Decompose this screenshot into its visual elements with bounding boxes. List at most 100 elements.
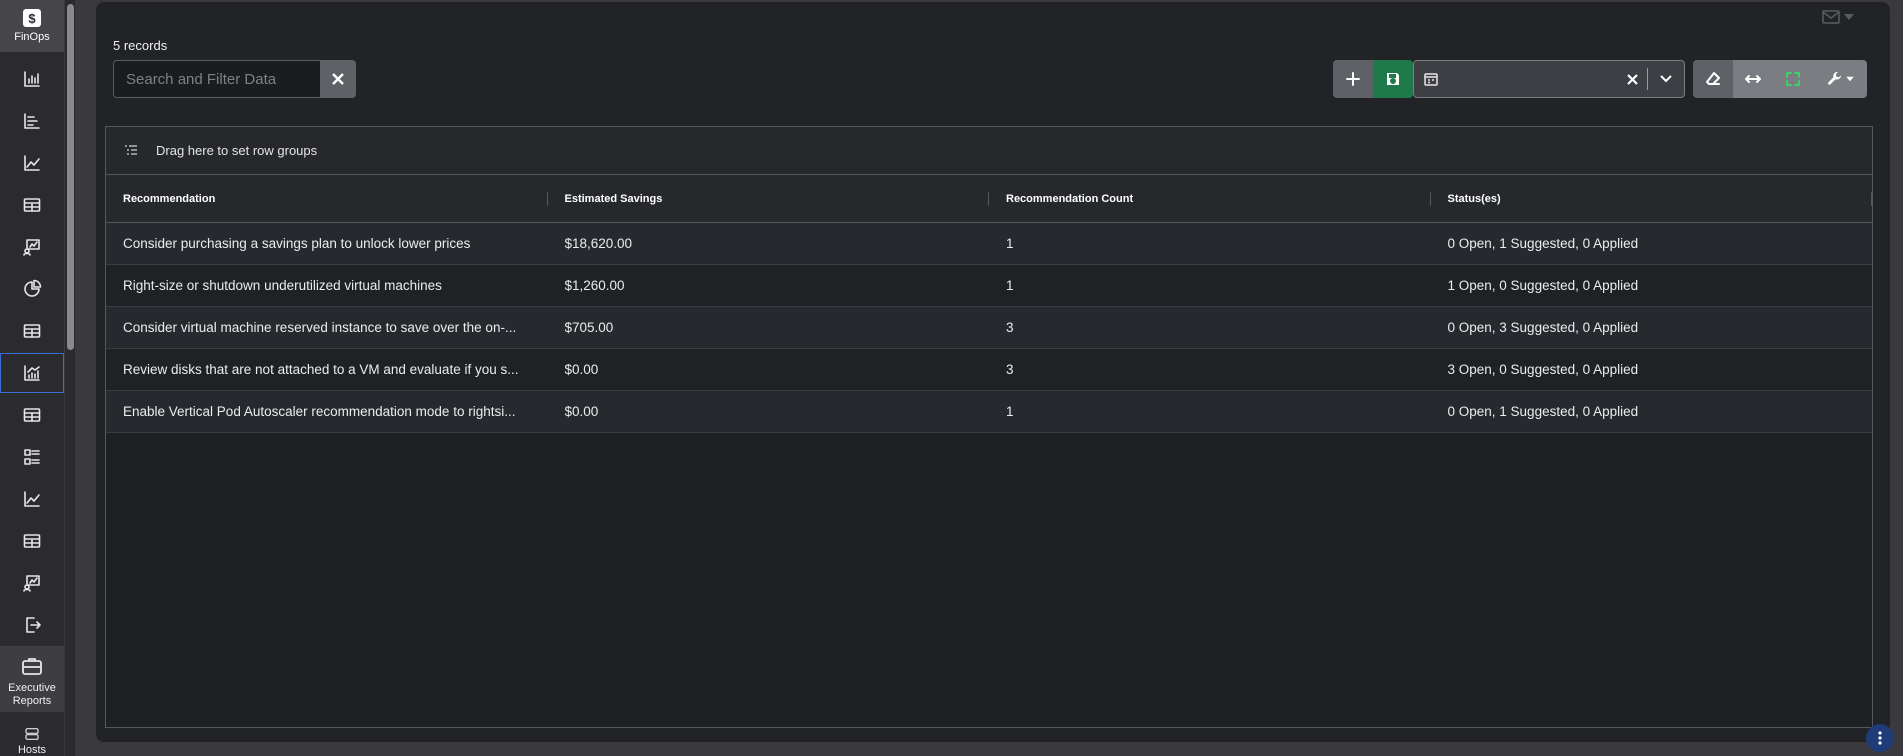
toolbar-left: [1333, 60, 1413, 98]
toolbar-right: [1693, 60, 1867, 98]
bar-chart-icon: [24, 71, 40, 87]
line-chart-icon: [24, 491, 40, 507]
column-header-estimated-savings[interactable]: Estimated Savings: [548, 175, 989, 223]
sidebar-item-horizontal-bar-chart[interactable]: [0, 101, 64, 141]
fullscreen-button[interactable]: [1773, 60, 1813, 98]
row-group-icon: [125, 144, 137, 155]
table-row[interactable]: Consider purchasing a savings plan to un…: [106, 223, 1872, 265]
sidebar-item-executive-reports[interactable]: Executive Reports: [0, 646, 64, 712]
cell-estimated-savings: $0.00: [564, 362, 599, 377]
sidebar-item-table-4[interactable]: [0, 521, 64, 561]
presentation-chart-icon: [23, 239, 40, 256]
column-header-recommendation[interactable]: Recommendation: [106, 175, 548, 223]
column-header-recommendation-count[interactable]: Recommendation Count: [989, 175, 1431, 223]
sidebar-brand-finops[interactable]: $ FinOps: [0, 0, 64, 52]
cell-recommendation-count: 3: [1006, 320, 1014, 335]
cell-statuses: 1 Open, 0 Suggested, 0 Applied: [1447, 278, 1639, 293]
sidebar-item-combo-chart[interactable]: [0, 353, 64, 393]
column-header-statuses[interactable]: Status(es): [1431, 175, 1872, 223]
sidebar-scrollbar-thumb[interactable]: [67, 4, 74, 350]
horizontal-bar-chart-icon: [24, 113, 40, 129]
wrench-icon: [1828, 71, 1841, 85]
table-icon: [23, 408, 41, 422]
cell-recommendation-count: 1: [1006, 236, 1014, 251]
expand-icon: [1786, 72, 1800, 86]
cell-estimated-savings: $1,260.00: [564, 278, 625, 293]
grid-header: Recommendation Estimated Savings Recomme…: [106, 175, 1872, 223]
table-icon: [23, 324, 41, 338]
search-input[interactable]: [113, 60, 320, 98]
calendar-icon: [1424, 73, 1438, 86]
add-button[interactable]: [1333, 60, 1373, 98]
row-group-hint: Drag here to set row groups: [156, 143, 318, 158]
table-icon: [23, 198, 41, 212]
sidebar-item-list[interactable]: [0, 437, 64, 477]
cell-recommendation: Right-size or shutdown underutilized vir…: [123, 278, 442, 293]
view-select-clear-button[interactable]: [1617, 73, 1647, 85]
cell-statuses: 3 Open, 0 Suggested, 0 Applied: [1447, 362, 1639, 377]
combo-chart-icon: [24, 365, 40, 381]
kebab-menu-icon: [1878, 731, 1882, 745]
notifications-menu[interactable]: [1822, 10, 1854, 24]
list-icon: [24, 449, 40, 465]
cell-statuses: 0 Open, 1 Suggested, 0 Applied: [1447, 404, 1639, 419]
server-icon: [25, 728, 39, 740]
sidebar: $ FinOps Executive Reports Hosts: [0, 0, 64, 756]
cell-recommendation: Consider virtual machine reserved instan…: [123, 320, 517, 335]
table-icon: [23, 534, 41, 548]
briefcase-icon: [22, 658, 42, 675]
mail-icon: [1822, 10, 1840, 24]
line-chart-icon: [24, 155, 40, 171]
records-count: 5 records: [113, 38, 168, 53]
presentation-chart-icon: [23, 575, 40, 592]
sidebar-item-table-3[interactable]: [0, 395, 64, 435]
cell-estimated-savings: $0.00: [564, 404, 599, 419]
sidebar-item-line-chart[interactable]: [0, 143, 64, 183]
table-row[interactable]: Enable Vertical Pod Autoscaler recommend…: [106, 391, 1872, 433]
sidebar-scrollbar[interactable]: [65, 0, 75, 756]
settings-menu-button[interactable]: [1813, 60, 1867, 98]
sidebar-item-bar-chart[interactable]: [0, 59, 64, 99]
view-select-dropdown-button[interactable]: [1648, 75, 1684, 83]
sidebar-item-presentation-2[interactable]: [0, 563, 64, 603]
fit-columns-button[interactable]: [1733, 60, 1773, 98]
close-icon: [1626, 73, 1638, 85]
cell-recommendation-count: 3: [1006, 362, 1014, 377]
cell-recommendation: Enable Vertical Pod Autoscaler recommend…: [123, 404, 516, 419]
table-row[interactable]: Right-size or shutdown underutilized vir…: [106, 265, 1872, 307]
cell-recommendation-count: 1: [1006, 278, 1014, 293]
cell-statuses: 0 Open, 3 Suggested, 0 Applied: [1447, 320, 1639, 335]
cell-recommendation-count: 1: [1006, 404, 1014, 419]
sidebar-brand-label: FinOps: [14, 31, 50, 43]
sidebar-item-pie-chart[interactable]: [0, 269, 64, 309]
clear-filters-button[interactable]: [1693, 60, 1733, 98]
sidebar-item-export[interactable]: [0, 605, 64, 645]
sidebar-item-table-2[interactable]: [0, 311, 64, 351]
table-row[interactable]: Review disks that are not attached to a …: [106, 349, 1872, 391]
sidebar-item-presentation[interactable]: [0, 227, 64, 267]
search-clear-button[interactable]: [320, 60, 356, 98]
view-select[interactable]: [1413, 60, 1685, 98]
data-grid: Drag here to set row groups Recommendati…: [105, 126, 1873, 728]
search-bar: [113, 60, 356, 98]
table-row[interactable]: Consider virtual machine reserved instan…: [106, 307, 1872, 349]
export-icon: [26, 617, 41, 633]
dollar-icon: $: [23, 9, 41, 27]
save-button[interactable]: [1373, 60, 1413, 98]
more-options-button[interactable]: [1866, 724, 1894, 752]
sidebar-item-hosts[interactable]: Hosts: [0, 718, 64, 756]
sidebar-item-line-chart-2[interactable]: [0, 479, 64, 519]
sidebar-item-table[interactable]: [0, 185, 64, 225]
cell-recommendation: Review disks that are not attached to a …: [123, 362, 519, 377]
plus-icon: [1346, 72, 1360, 86]
eraser-icon: [1706, 72, 1720, 85]
cell-estimated-savings: $18,620.00: [564, 236, 633, 251]
chevron-down-icon: [1660, 75, 1672, 83]
row-group-drop-zone[interactable]: Drag here to set row groups: [106, 127, 1872, 175]
close-icon: [332, 73, 344, 85]
column-resize-handle[interactable]: [1871, 192, 1872, 206]
executive-reports-label: Executive Reports: [8, 682, 56, 707]
hosts-label: Hosts: [17, 744, 47, 756]
pie-chart-icon: [24, 279, 42, 297]
caret-down-icon: [1844, 14, 1854, 20]
